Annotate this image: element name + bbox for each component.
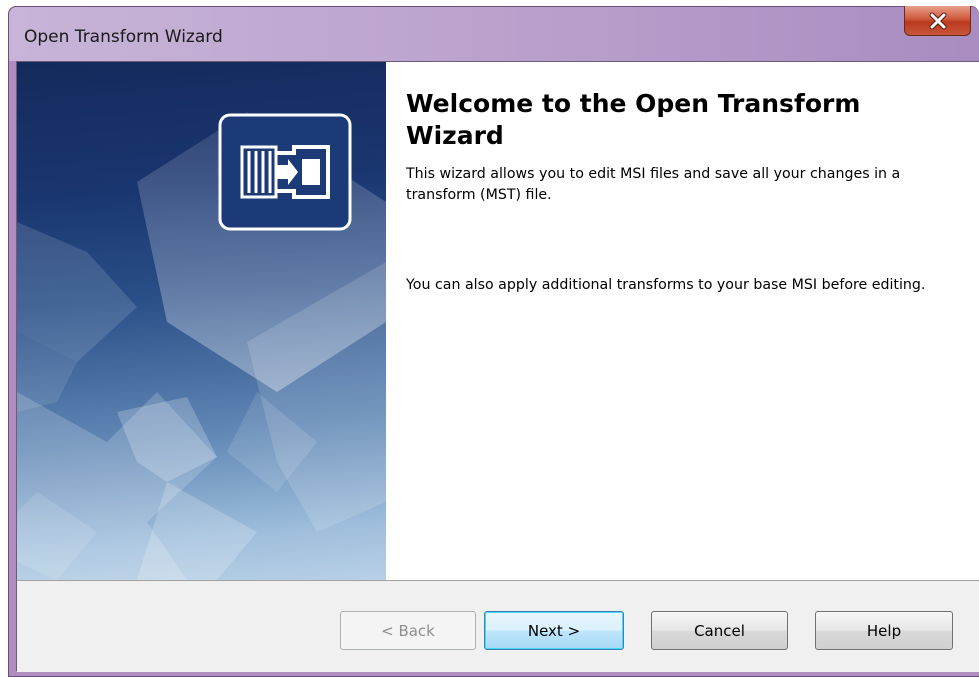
cancel-button[interactable]: Cancel [651,611,788,650]
title-bar[interactable]: Open Transform Wizard [9,7,979,61]
wizard-banner [17,62,386,580]
additional-text: You can also apply additional transforms… [406,277,926,293]
close-button[interactable] [904,6,971,36]
intro-text: This wizard allows you to edit MSI files… [406,166,901,203]
wizard-window: Open Transform Wizard Welcome to the Ope… [8,6,979,677]
window-title: Open Transform Wizard [24,27,223,47]
transform-wizard-icon [218,113,352,231]
page-title: Welcome to the Open Transform Wizard [406,89,861,150]
button-bar: < Back Next > Cancel Help [17,580,979,672]
next-button[interactable]: Next > [484,611,624,650]
close-icon [929,12,946,29]
help-button[interactable]: Help [815,611,953,650]
back-button[interactable]: < Back [340,611,476,650]
wizard-content: Welcome to the Open Transform Wizard Thi… [386,62,979,580]
wizard-body: Welcome to the Open Transform Wizard Thi… [16,61,979,672]
